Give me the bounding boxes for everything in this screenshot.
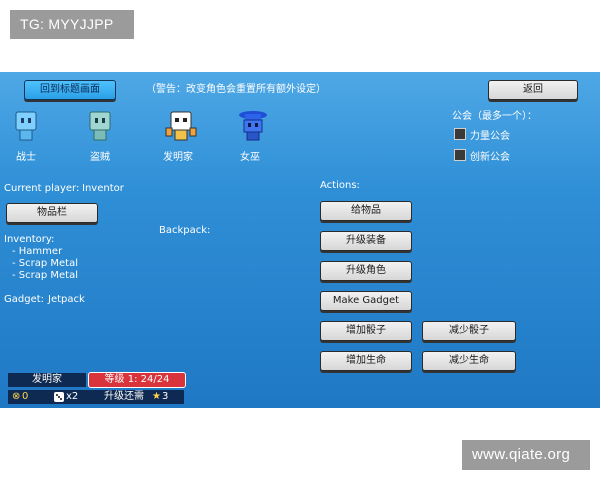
remove-dice-button[interactable]: 减少骰子 — [422, 321, 516, 341]
inventory-item: - Scrap Metal — [12, 258, 79, 269]
strength-guild-label: 力量公会 — [470, 131, 510, 142]
current-player-label: Current player: — [4, 183, 80, 194]
give-item-button[interactable]: 给物品 — [320, 201, 412, 221]
coin-count: 0 — [22, 391, 29, 402]
dice-icon — [54, 392, 64, 402]
gadget-label: Gadget: — [4, 294, 45, 305]
witch-robot-icon — [237, 110, 267, 142]
watermark-top-left: TG: MYYJJPP — [10, 10, 134, 39]
back-button[interactable]: 返回 — [488, 80, 578, 100]
character-rogue-name: 盗贼 — [90, 152, 110, 163]
character-inventor[interactable]: 发明家 — [158, 110, 198, 163]
character-warrior[interactable]: 战士 — [6, 110, 46, 163]
guild-title: 公会（最多一个）： — [452, 111, 537, 122]
backpack-label: Backpack: — [159, 225, 211, 236]
character-rogue[interactable]: 盗贼 — [80, 110, 120, 163]
inventory-title: Inventory: — [4, 234, 55, 245]
warrior-robot-icon — [13, 110, 39, 142]
actions-title: Actions: — [320, 180, 360, 191]
game-panel: 回到标题画面 （警告：改变角色会重置所有额外设定） 返回 战士 盗贼 发明家 女… — [0, 72, 600, 408]
make-gadget-button[interactable]: Make Gadget — [320, 291, 412, 311]
upgrade-character-button[interactable]: 升级角色 — [320, 261, 412, 281]
remove-health-button[interactable]: 减少生命 — [422, 351, 516, 371]
character-inventor-name: 发明家 — [163, 152, 193, 163]
back-to-title-button[interactable]: 回到标题画面 — [24, 80, 116, 100]
innovation-guild-checkbox[interactable] — [454, 149, 466, 161]
innovation-guild-label: 创新公会 — [470, 152, 510, 163]
upgrade-equipment-button[interactable]: 升级装备 — [320, 231, 412, 251]
rogue-robot-icon — [87, 110, 113, 142]
inventory-list: - Hammer - Scrap Metal - Scrap Metal — [12, 246, 78, 282]
current-player-value: Inventor — [82, 183, 124, 194]
character-witch[interactable]: 女巫 — [230, 110, 270, 163]
add-health-button[interactable]: 增加生命 — [320, 351, 412, 371]
gadget-value: Jetpack — [48, 294, 85, 305]
status-resources-bar: ⊗ 0 x2 升级还需 ★ 3 — [8, 390, 184, 404]
coin-icon: ⊗ — [12, 391, 21, 402]
upgrade-remaining-value: 3 — [162, 391, 169, 402]
upgrade-remaining-label: 升级还需 — [104, 391, 144, 402]
reset-warning-text: （警告：改变角色会重置所有额外设定） — [146, 84, 326, 95]
character-witch-name: 女巫 — [240, 152, 260, 163]
strength-guild-checkbox[interactable] — [454, 128, 466, 140]
inventor-robot-icon — [165, 110, 197, 142]
watermark-bottom-right: www.qiate.org — [462, 440, 590, 470]
dice-count: x2 — [66, 391, 79, 402]
character-warrior-name: 战士 — [16, 152, 36, 163]
inventory-item: - Hammer — [12, 246, 63, 257]
level-badge: 等级 1: 24/24 — [88, 372, 186, 388]
inventory-button[interactable]: 物品栏 — [6, 203, 98, 223]
inventory-item: - Scrap Metal — [12, 270, 79, 281]
status-class-name: 发明家 — [8, 373, 86, 387]
star-icon: ★ — [152, 391, 161, 402]
add-dice-button[interactable]: 增加骰子 — [320, 321, 412, 341]
